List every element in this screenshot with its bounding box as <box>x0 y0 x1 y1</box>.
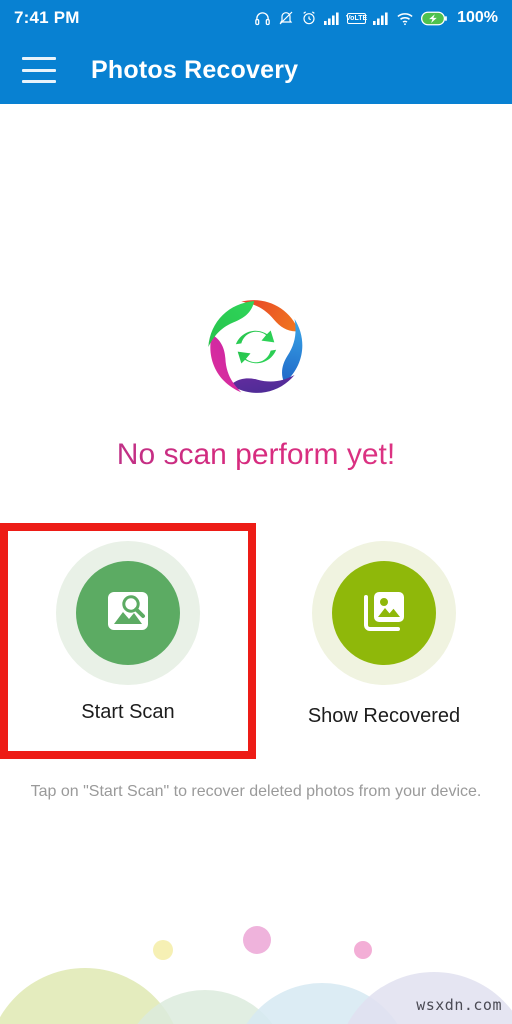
volte-bottom-label: LTE <box>354 14 368 22</box>
status-time: 7:41 PM <box>14 8 80 27</box>
start-scan-tile[interactable]: Start Scan <box>0 523 256 759</box>
start-scan-halo <box>56 541 200 685</box>
start-scan-label: Start Scan <box>81 701 175 723</box>
decoration-area: wsxdn.com <box>0 860 512 1024</box>
dot-yellow <box>153 940 173 960</box>
bell-muted-icon <box>278 10 294 26</box>
show-recovered-disc <box>332 561 436 665</box>
hint-text: Tap on "Start Scan" to recover deleted p… <box>30 783 482 800</box>
battery-percent-label: 100% <box>457 9 498 26</box>
status-bar: 7:41 PM Vo LTE 100% <box>0 0 512 36</box>
phone-screen: 7:41 PM Vo LTE 100% Photos Recovery No s… <box>0 0 512 1024</box>
hamburger-menu-icon[interactable] <box>22 57 56 83</box>
start-scan-disc <box>76 561 180 665</box>
recovery-swirl-logo <box>201 292 311 407</box>
volte-top-label: Vo <box>346 14 355 22</box>
signal-bars-2-icon <box>373 11 389 25</box>
hamburger-line <box>22 68 56 72</box>
page-title: Photos Recovery <box>91 55 299 84</box>
show-recovered-halo <box>312 541 456 685</box>
dot-pink-small <box>354 941 372 959</box>
wifi-icon <box>396 11 414 26</box>
image-search-icon <box>102 585 154 642</box>
headphones-icon <box>254 10 271 27</box>
action-tiles: Start Scan Show Recovered <box>0 523 512 759</box>
show-recovered-label: Show Recovered <box>307 705 461 727</box>
no-scan-headline: No scan perform yet! <box>0 438 512 472</box>
signal-bars-icon <box>324 11 340 25</box>
logo-container <box>0 292 512 407</box>
app-bar: Photos Recovery <box>0 36 512 104</box>
status-icon-tray: Vo LTE 100% <box>254 9 498 27</box>
volte-icon: Vo LTE <box>346 12 368 24</box>
dot-pink-large <box>243 926 271 954</box>
battery-charging-icon <box>421 11 447 26</box>
photo-stack-icon <box>358 585 410 642</box>
show-recovered-tile[interactable]: Show Recovered <box>256 523 512 759</box>
hamburger-line <box>22 80 56 83</box>
alarm-clock-icon <box>301 10 317 26</box>
hamburger-line <box>22 57 56 60</box>
site-watermark: wsxdn.com <box>416 996 502 1014</box>
